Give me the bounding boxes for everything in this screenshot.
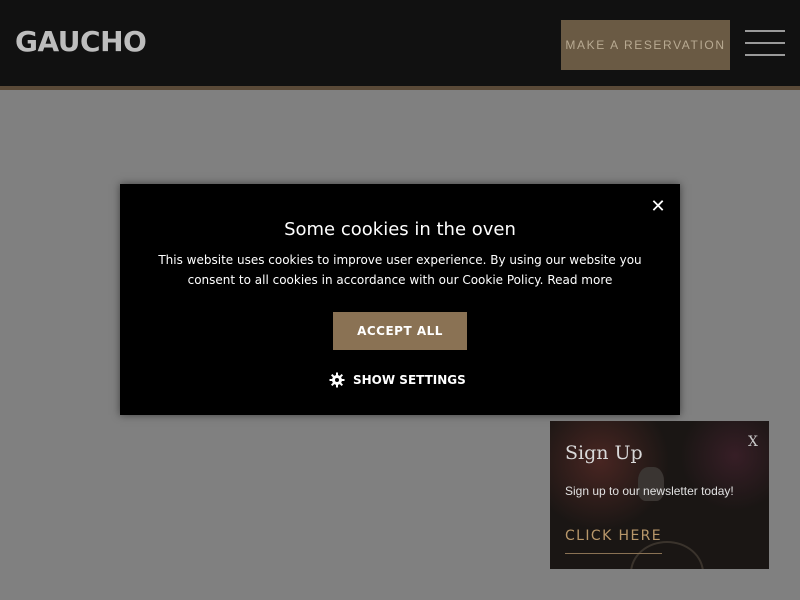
accept-all-button[interactable]: ACCEPT ALL (333, 312, 467, 350)
menu-line (745, 54, 785, 56)
menu-line (745, 30, 785, 32)
show-settings-button[interactable]: SHOW SETTINGS (327, 370, 466, 390)
hamburger-menu-icon[interactable] (745, 30, 785, 58)
close-icon[interactable]: ✕ (648, 194, 668, 220)
newsletter-signup-popup: X Sign Up Sign up to our newsletter toda… (550, 421, 769, 569)
show-settings-label: SHOW SETTINGS (353, 373, 466, 387)
gear-icon (329, 372, 345, 388)
cookie-dialog-text: This website uses cookies to improve use… (138, 250, 662, 290)
click-here-link[interactable]: CLICK HERE (565, 525, 663, 554)
signup-text: Sign up to our newsletter today! (565, 484, 734, 498)
signup-title: Sign Up (565, 442, 643, 464)
menu-line (745, 42, 785, 44)
read-more-link[interactable]: Read more (547, 273, 612, 287)
make-reservation-button[interactable]: MAKE A RESERVATION (561, 20, 730, 70)
signup-close-button[interactable]: X (745, 433, 761, 451)
cookie-dialog-title: Some cookies in the oven (284, 219, 516, 240)
logo[interactable]: GAUCHO (15, 26, 147, 58)
site-header: GAUCHO MAKE A RESERVATION (0, 0, 800, 90)
cookie-consent-dialog: ✕ Some cookies in the oven This website … (120, 184, 680, 415)
